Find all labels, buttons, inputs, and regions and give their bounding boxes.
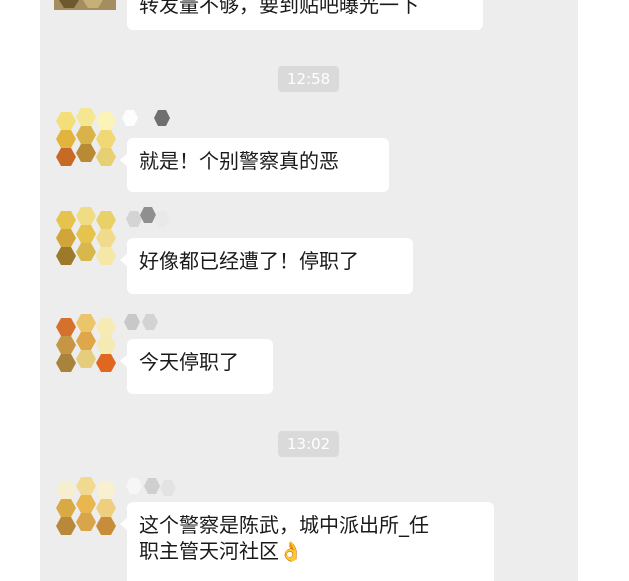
message-text: 转发量不够，要到贴吧曝光一下 xyxy=(139,0,419,17)
avatar[interactable] xyxy=(54,207,116,271)
ok-hand-icon: 👌 xyxy=(279,541,303,563)
avatar[interactable] xyxy=(54,477,116,541)
avatar[interactable] xyxy=(54,314,116,378)
sender-name xyxy=(120,474,184,498)
sender-name xyxy=(120,310,184,334)
message-text-line: 这个警察是陈武，城中派出所_任 xyxy=(139,513,429,537)
message-bubble[interactable]: 转发量不够，要到贴吧曝光一下 xyxy=(127,0,483,30)
chat-panel: 转发量不够，要到贴吧曝光一下 12:58 就是！个别警察真的恶 好像都已经遭了！… xyxy=(40,0,578,581)
avatar[interactable] xyxy=(54,108,116,172)
message-bubble[interactable]: 好像都已经遭了！停职了 xyxy=(120,238,413,294)
message-bubble[interactable]: 就是！个别警察真的恶 xyxy=(120,138,389,192)
avatar[interactable] xyxy=(54,0,116,34)
message-text: 今天停职了 xyxy=(139,350,239,374)
message-text-line: 职主管天河社区👌 xyxy=(139,538,482,565)
message-text: 好像都已经遭了！停职了 xyxy=(139,249,359,273)
message-text: 就是！个别警察真的恶 xyxy=(139,149,339,173)
timestamp: 13:02 xyxy=(278,431,340,457)
sender-name xyxy=(120,205,184,229)
sender-name xyxy=(120,108,184,132)
message-bubble[interactable]: 今天停职了 xyxy=(120,339,273,394)
message-bubble[interactable]: 这个警察是陈武，城中派出所_任 职主管天河社区👌 xyxy=(120,502,494,581)
message-text: 职主管天河社区 xyxy=(139,539,279,563)
timestamp: 12:58 xyxy=(278,66,340,92)
